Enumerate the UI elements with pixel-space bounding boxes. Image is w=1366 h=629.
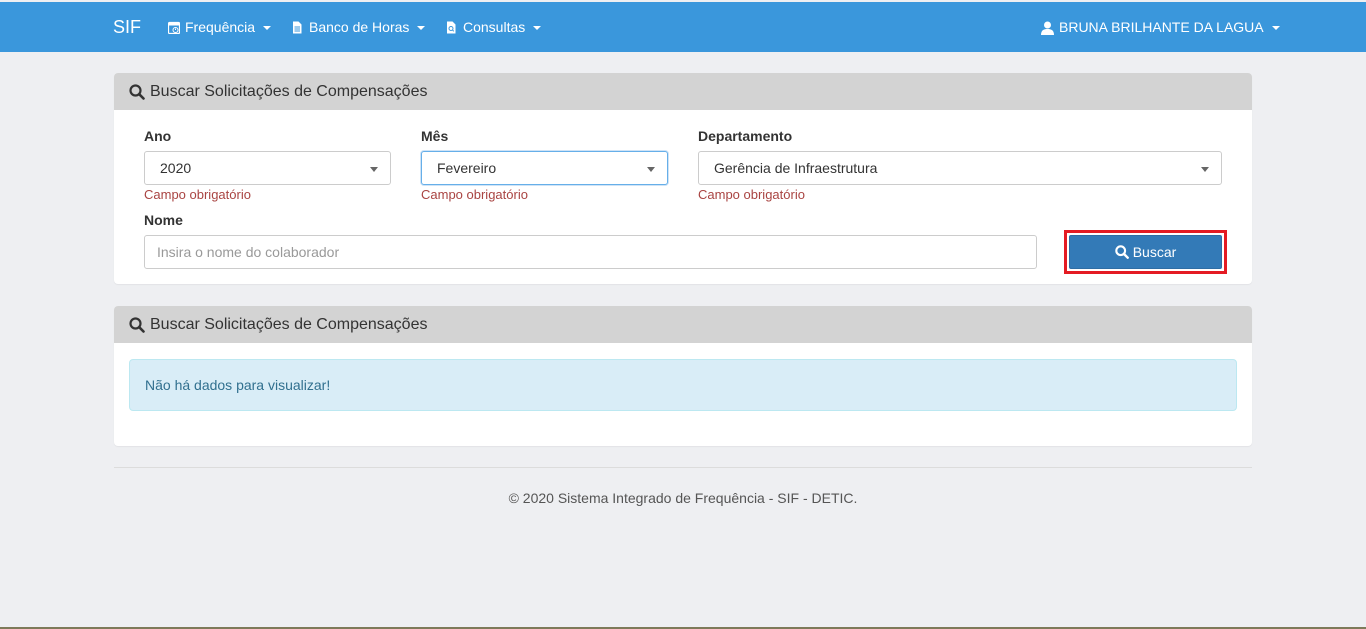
ano-error: Campo obrigatório (144, 187, 251, 202)
search-button[interactable]: Buscar (1069, 235, 1222, 269)
nav-consultas-label: Consultas (463, 19, 526, 35)
dropdown-arrow-icon (1201, 167, 1209, 172)
user-icon (1041, 21, 1054, 35)
empty-results-message: Não há dados para visualizar! (145, 377, 331, 393)
nav-banco-de-horas-label: Banco de Horas (309, 19, 410, 35)
chevron-down-icon (417, 26, 426, 30)
top-navbar: SIF Frequência Banco de Horas Consultas … (0, 2, 1366, 52)
search-button-label: Buscar (1132, 244, 1177, 260)
results-panel-heading: Buscar Solicitações de Compensações (114, 306, 1252, 343)
nav-frequencia-label: Frequência (185, 19, 256, 35)
search-icon (1114, 245, 1129, 259)
search-panel-heading: Buscar Solicitações de Compensações (114, 73, 1252, 110)
departamento-label: Departamento (698, 128, 793, 144)
nome-input[interactable] (144, 235, 1037, 269)
search-panel-title: Buscar Solicitações de Compensações (150, 82, 428, 100)
chevron-down-icon (533, 26, 542, 30)
ano-label: Ano (144, 128, 172, 144)
empty-results-alert: Não há dados para visualizar! (129, 359, 1237, 411)
departamento-value: Gerência de Infraestrutura (714, 160, 878, 176)
dropdown-arrow-icon (647, 167, 655, 172)
search-button-highlight: Buscar (1064, 230, 1227, 274)
nav-consultas[interactable]: Consultas (446, 19, 542, 35)
search-icon (129, 83, 145, 100)
chevron-down-icon (263, 26, 272, 30)
nav-user-menu[interactable]: BRUNA BRILHANTE DA LAGUA (1041, 19, 1280, 35)
results-panel-title: Buscar Solicitações de Compensações (150, 315, 428, 333)
user-name-label: BRUNA BRILHANTE DA LAGUA (1059, 19, 1264, 35)
mes-error: Campo obrigatório (421, 187, 528, 202)
mes-label: Mês (421, 128, 449, 144)
footer-text: © 2020 Sistema Integrado de Frequência -… (508, 490, 858, 506)
dropdown-arrow-icon (370, 167, 378, 172)
nav-frequencia[interactable]: Frequência (168, 19, 272, 35)
departamento-select[interactable]: Gerência de Infraestrutura (698, 151, 1222, 185)
document-icon (292, 21, 304, 34)
search-icon (129, 316, 145, 333)
chevron-down-icon (1271, 26, 1280, 30)
mes-select[interactable]: Fevereiro (421, 151, 668, 185)
brand-link[interactable]: SIF (113, 17, 141, 38)
departamento-error: Campo obrigatório (698, 187, 805, 202)
ano-value: 2020 (160, 160, 192, 176)
ano-select[interactable]: 2020 (144, 151, 391, 185)
document-search-icon (446, 21, 458, 34)
results-panel: Buscar Solicitações de Compensações Não … (114, 306, 1252, 446)
mes-value: Fevereiro (437, 160, 497, 176)
nav-banco-de-horas[interactable]: Banco de Horas (292, 19, 426, 35)
footer-divider (114, 467, 1252, 468)
calendar-clock-icon (168, 21, 180, 34)
nome-label: Nome (144, 212, 183, 228)
